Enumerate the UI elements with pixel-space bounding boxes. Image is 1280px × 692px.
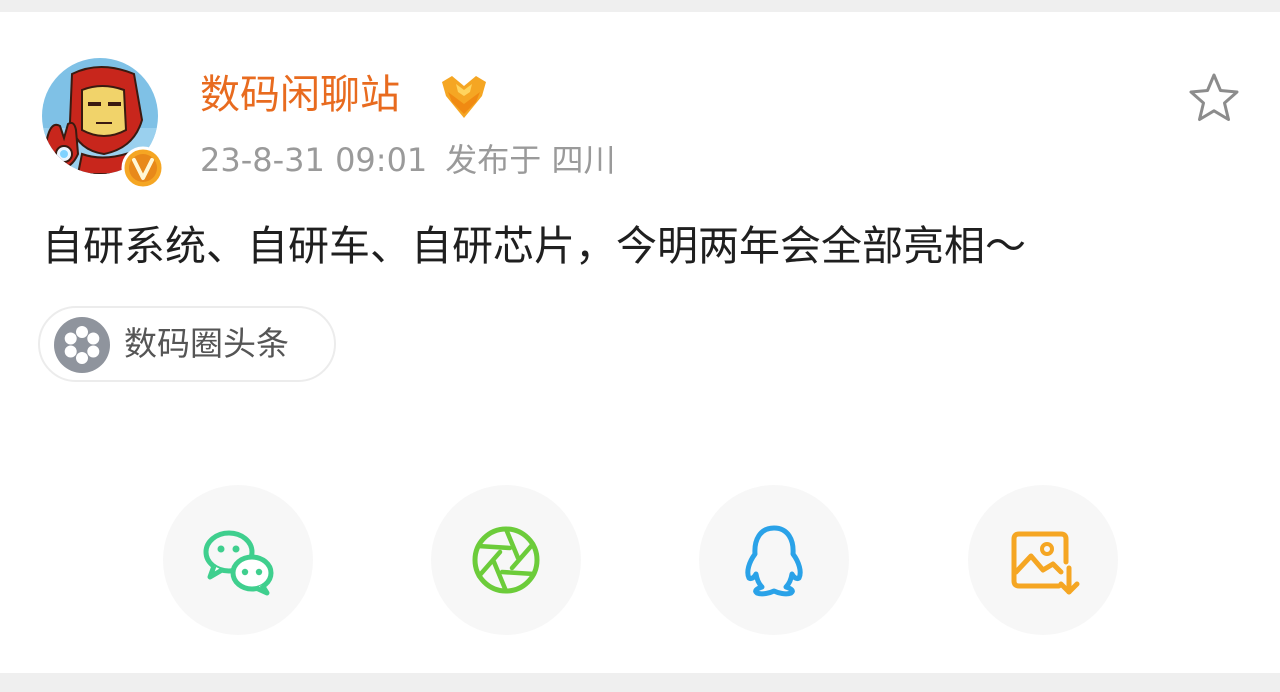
post-content: 自研系统、自研车、自研芯片，今明两年会全部亮相～	[42, 222, 1026, 270]
save-image-icon	[1011, 531, 1080, 595]
star-outline-icon[interactable]	[1186, 70, 1242, 126]
share-qq-button[interactable]	[699, 485, 849, 635]
post-location: 发布于 四川	[445, 141, 616, 179]
moments-icon	[472, 526, 540, 594]
topic-chip[interactable]: 数码圈头条	[38, 306, 336, 382]
bottom-bar	[0, 673, 1280, 692]
wechat-icon	[203, 530, 274, 596]
author-name[interactable]: 数码闲聊站	[200, 69, 400, 121]
verified-v-badge-icon	[121, 146, 165, 190]
post-meta: 23-8-31 09:01 发布于 四川	[200, 140, 615, 180]
qq-icon	[745, 525, 803, 597]
save-image-button[interactable]	[968, 485, 1118, 635]
topic-icon	[54, 317, 110, 373]
share-wechat-button[interactable]	[163, 485, 313, 635]
post-card: 数码闲聊站 23-8-31 09:01 发布于 四川 自研系统、自研车、自研芯片，…	[0, 12, 1280, 673]
topic-label: 数码圈头条	[124, 324, 289, 363]
share-moments-button[interactable]	[431, 485, 581, 635]
post-time: 23-8-31 09:01	[200, 141, 428, 179]
medal-icon[interactable]	[438, 74, 490, 120]
